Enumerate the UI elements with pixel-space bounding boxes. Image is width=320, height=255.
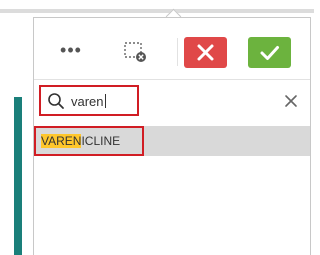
search-row: varen <box>34 80 310 124</box>
confirm-selection-button[interactable] <box>248 37 291 68</box>
search-input-value: varen <box>71 94 104 109</box>
clear-search-button[interactable] <box>282 92 300 110</box>
list-item-rest: ICLINE <box>81 134 121 148</box>
list-item-label: VARENICLINE <box>41 133 120 149</box>
page: ••• varen VARENICLINE <box>0 0 314 255</box>
list-item[interactable]: VARENICLINE <box>34 126 310 156</box>
checkmark-icon <box>260 46 279 60</box>
selection-toolbar: ••• <box>34 18 310 78</box>
top-bar <box>0 9 314 13</box>
search-match-highlight: VAREN <box>41 134 82 148</box>
cancel-selection-button[interactable] <box>184 37 227 68</box>
toolbar-separator <box>177 38 178 66</box>
selection-popover: ••• varen VARENICLINE <box>33 17 311 255</box>
close-icon <box>285 95 297 107</box>
clear-selections-button[interactable] <box>122 40 150 64</box>
text-cursor <box>104 94 106 108</box>
background-accent-strip <box>14 97 22 255</box>
ellipsis-icon: ••• <box>60 40 82 60</box>
search-icon <box>48 93 64 109</box>
search-input[interactable]: varen <box>71 94 106 110</box>
more-options-button[interactable]: ••• <box>56 38 86 62</box>
close-icon <box>197 44 214 61</box>
clear-selection-icon <box>124 42 146 62</box>
